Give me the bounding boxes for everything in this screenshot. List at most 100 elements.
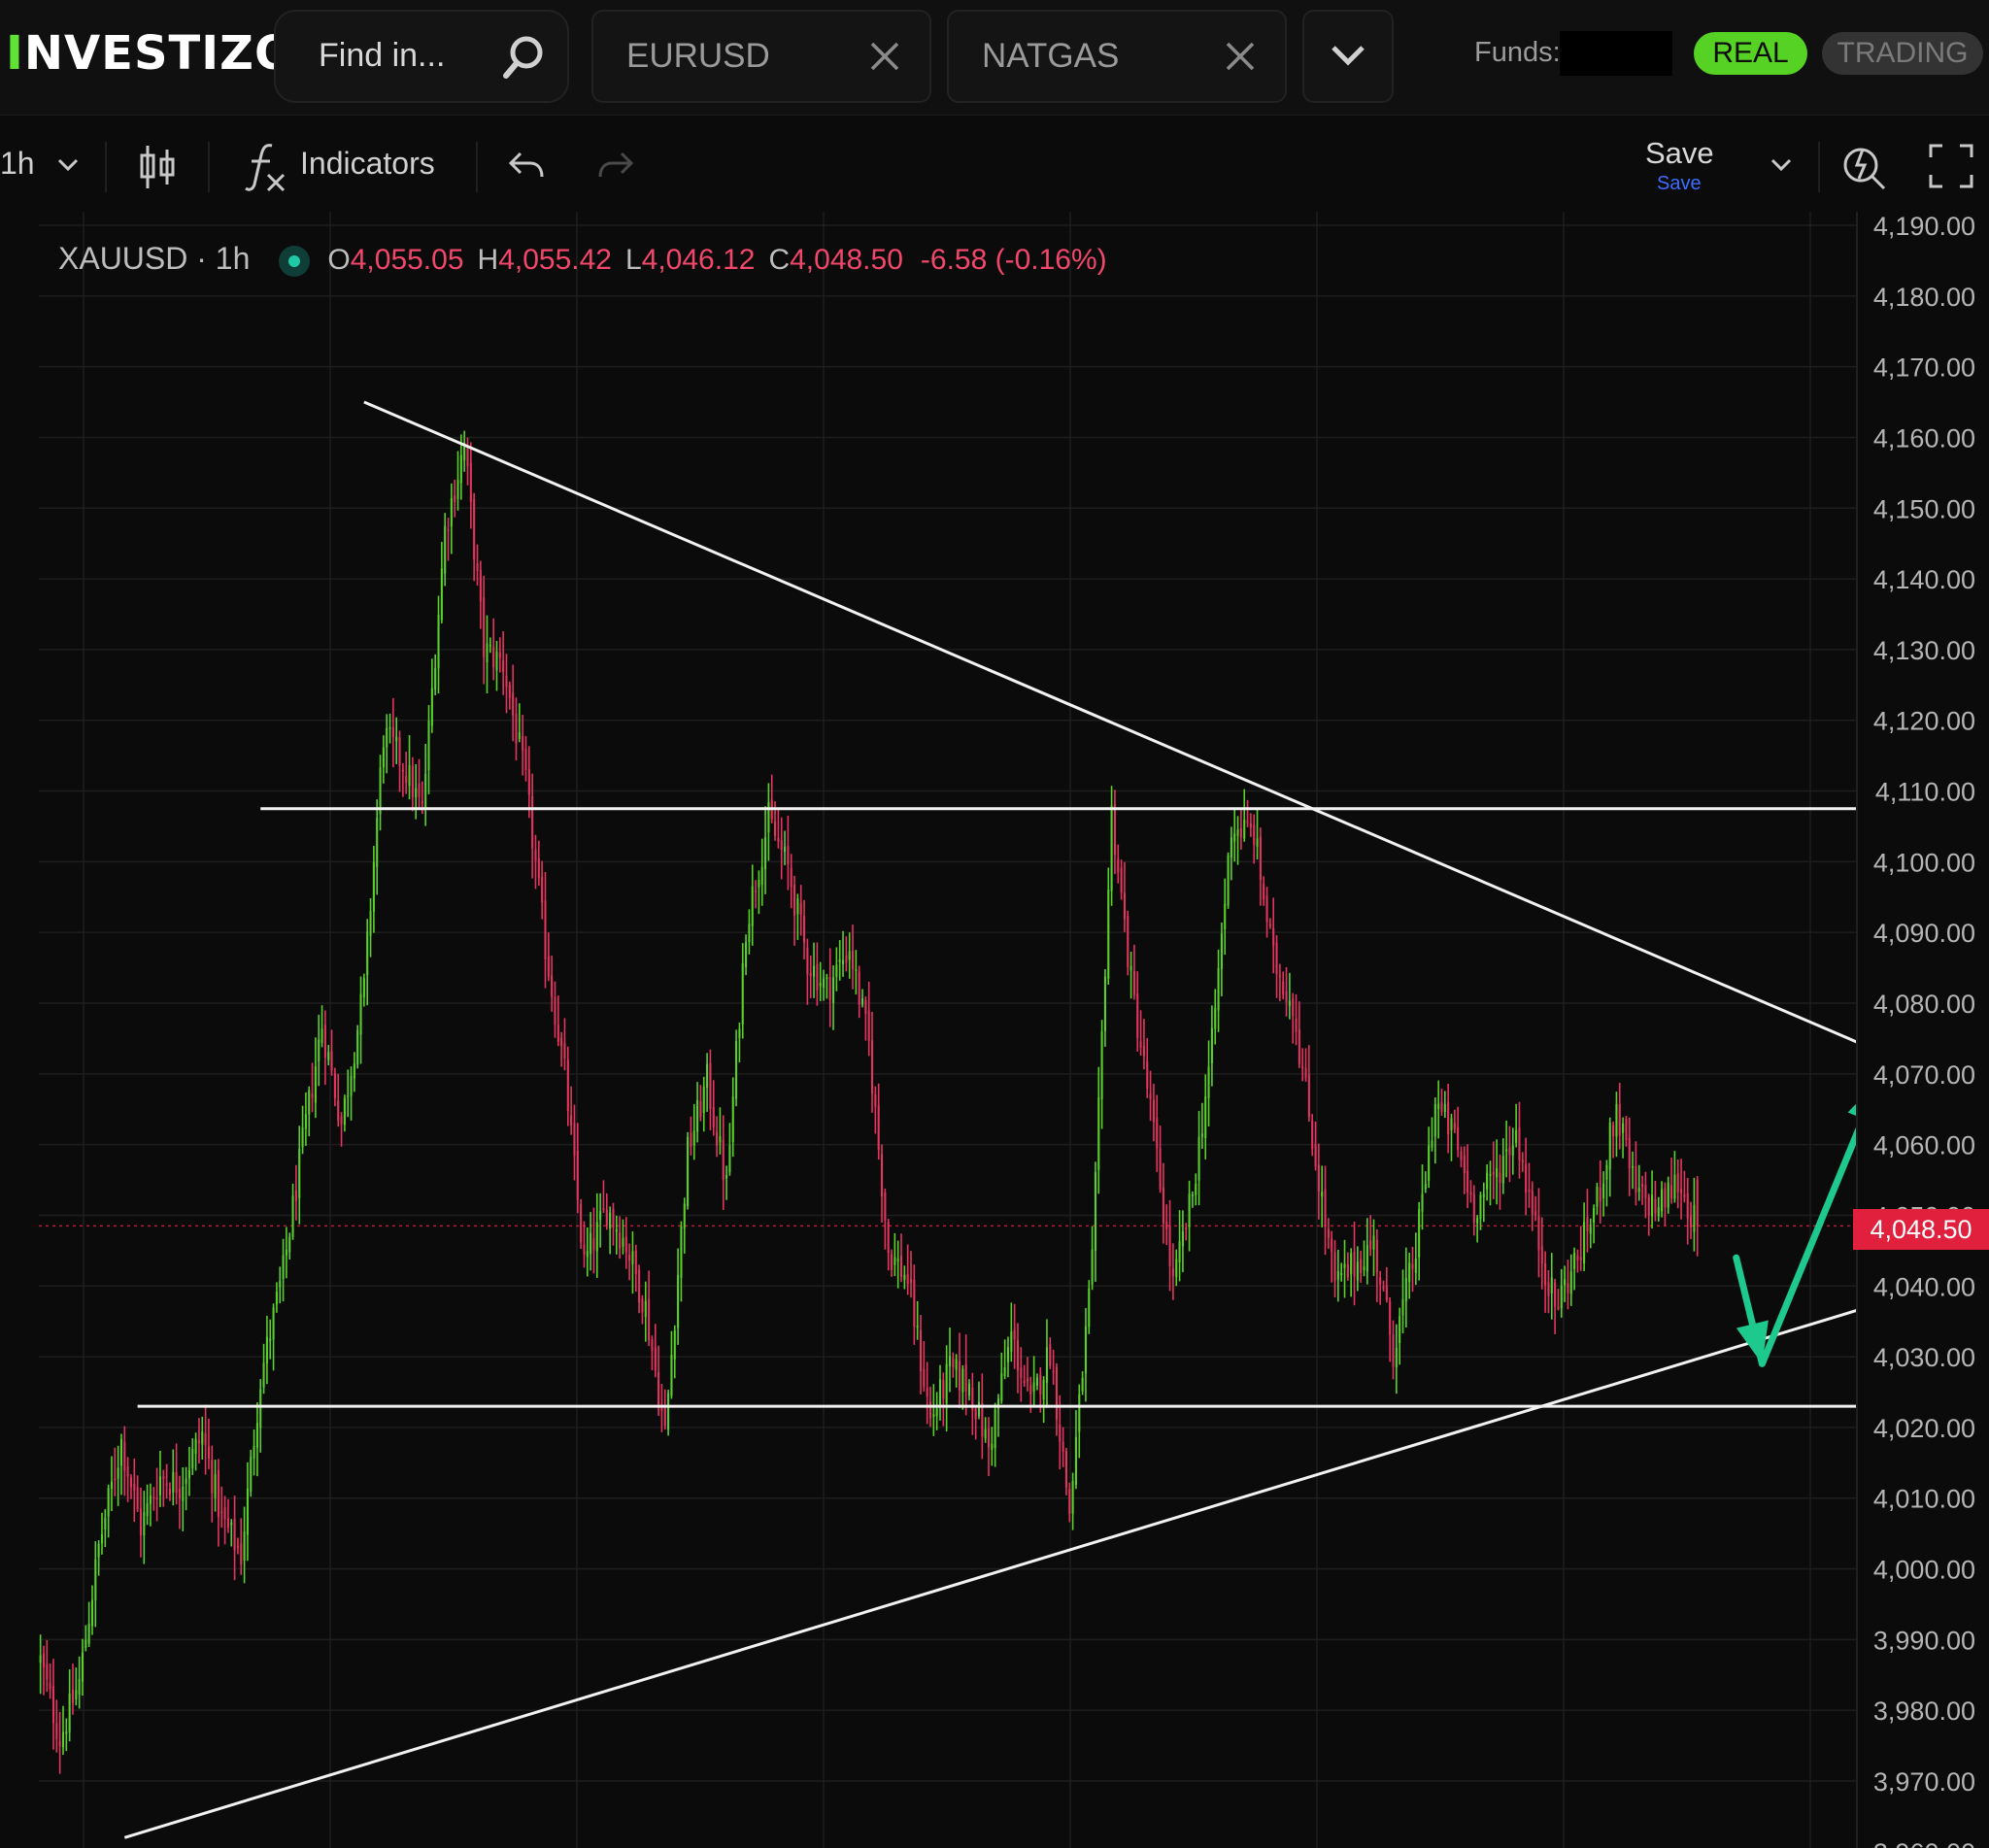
candle-body [755,890,758,892]
candle-body [692,1130,695,1146]
candle-body [1661,1189,1664,1212]
candle-body [1686,1193,1689,1219]
candle-body [964,1363,967,1392]
funds-label: Funds: [1474,37,1561,68]
candle-body [955,1359,958,1370]
redo-icon[interactable] [596,148,635,183]
candle-body [1016,1340,1020,1371]
candle-body [1088,1288,1091,1327]
candle-body [1132,970,1135,995]
candle-body [515,713,518,745]
candle-body [586,1251,589,1258]
candle-body [1197,1136,1200,1181]
close-icon[interactable] [869,41,900,72]
candle-body [1676,1173,1679,1193]
candle-body [1612,1125,1615,1137]
candle-body [220,1511,223,1514]
candle-body [285,1249,287,1256]
tab-label: NATGAS [982,37,1120,75]
candle-body [566,1059,569,1112]
candle-body [777,837,780,842]
candle-body [1010,1331,1013,1352]
candle-body [434,667,437,689]
candle-body [835,964,838,978]
close-icon[interactable] [1225,41,1256,72]
candle-body [787,845,790,865]
candle-body [1233,833,1236,842]
y-tick-label: 4,000.00 [1873,1556,1975,1585]
undo-icon[interactable] [507,148,546,183]
last-price-tag: 4,048.50 [1853,1209,1989,1250]
candle-body [298,1149,301,1198]
candle-body [1042,1380,1045,1400]
candle-body [1499,1172,1501,1184]
candle-body [858,971,860,1005]
interval-selector[interactable]: 1h [0,146,35,182]
save-button[interactable]: Save [1645,136,1714,171]
tab-natgas[interactable]: NATGAS [947,10,1287,103]
y-tick-label: 4,130.00 [1873,636,1975,665]
candle-body [942,1380,945,1399]
candle-body [288,1236,291,1253]
candle-body [1583,1222,1586,1264]
candle-body [1094,1172,1096,1251]
candle-body [1576,1255,1579,1260]
candle-body [1136,993,1139,1038]
trading-account-button[interactable]: TRADING [1822,32,1983,75]
candle-body [1667,1182,1669,1208]
candle-body [1521,1159,1524,1162]
alert-icon[interactable] [1841,142,1888,190]
candle-body [149,1495,152,1504]
candle-body [573,1123,576,1157]
toolbar-divider [476,142,478,192]
function-icon[interactable] [243,140,287,194]
fullscreen-icon[interactable] [1929,144,1973,188]
indicators-button[interactable]: Indicators [300,146,435,182]
chevron-down-icon[interactable] [1770,157,1793,173]
candle-body [279,1281,282,1288]
candle-body [880,1154,884,1196]
candle-body [551,975,554,997]
candle-body [1602,1183,1605,1198]
real-account-button[interactable]: REAL [1694,32,1807,75]
tab-eurusd[interactable]: EURUSD [591,10,931,103]
candle-body [123,1441,126,1471]
high-value: 4,055.42 [498,244,612,276]
low-key: L [624,244,642,276]
price-chart[interactable]: 4,190.00 4,180.00 4,170.00 4,160.00 4,150.00… [0,212,1989,1848]
y-tick-label: 4,090.00 [1873,919,1975,948]
candle-body [1059,1424,1062,1442]
search-box[interactable]: Find in... [274,10,569,103]
tabs-more-button[interactable] [1302,10,1394,103]
symbol-label[interactable]: XAUUSD · 1h [58,241,250,276]
candle-body [401,769,404,772]
candle-body [994,1409,996,1449]
candle-body [182,1486,185,1501]
candle-body [677,1275,680,1328]
candle-body [1586,1216,1589,1231]
candle-body [333,1073,336,1098]
candles-icon[interactable] [138,142,177,192]
candle-body [1074,1436,1077,1485]
candle-body [172,1471,175,1493]
candle-body [518,732,521,740]
candle-body [1625,1119,1628,1140]
candle-body [1544,1263,1547,1286]
open-value: 4,055.05 [350,244,464,276]
candle-body [609,1212,612,1229]
candle-body [1450,1118,1453,1131]
candle-body [1285,991,1288,1002]
candle-body [158,1476,161,1495]
toolbar-divider [105,142,107,192]
candle-body [450,497,453,526]
y-tick-label: 4,140.00 [1873,565,1975,594]
candle-body [440,568,443,621]
candle-body [337,1100,340,1122]
chevron-down-icon[interactable] [56,157,80,173]
candle-body [1029,1385,1032,1394]
candle-body [1295,1019,1298,1032]
change-value: -6.58 (-0.16%) [920,244,1107,276]
candle-body [673,1330,676,1360]
brand-logo[interactable]: INVESTIZO [6,23,295,84]
candle-body [967,1383,971,1396]
